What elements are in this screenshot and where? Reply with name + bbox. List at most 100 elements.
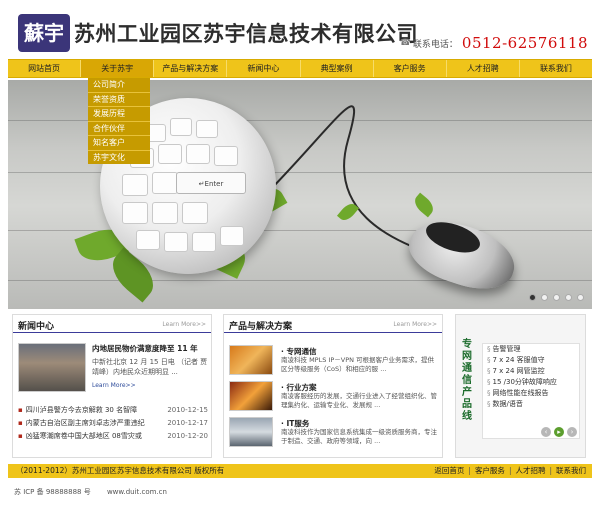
product-lines-controls: ‹ ▸ › — [541, 427, 577, 437]
slide-dot[interactable] — [577, 294, 584, 301]
section-icon: § — [487, 367, 491, 375]
slide-dot[interactable] — [565, 294, 572, 301]
news-list-item[interactable]: ▪ 四川泸县警方今去京解救 30 名智障 2010-12-15 — [18, 404, 208, 417]
nav-item-products[interactable]: 产品与解决方案 — [154, 60, 228, 77]
product-line-item[interactable]: § 告警管理 — [483, 344, 579, 355]
product-desc: 南凌客服经历的发展，交通行业进入了经营组织化、管理集约化、运输专业化、发展规 .… — [281, 392, 437, 409]
key-cap — [152, 172, 178, 194]
key-cap — [122, 202, 148, 224]
product-line-label: 15 /30分钟故障响应 — [492, 378, 557, 386]
product-item[interactable]: · 专网通信 南凌科技 MPLS IP－VPN 可根据客户业务需求，提供区分等级… — [229, 345, 439, 377]
news-more-link[interactable]: Learn More>> — [162, 321, 206, 328]
key-cap — [192, 232, 216, 252]
nav-item-jobs[interactable]: 人才招聘 — [447, 60, 520, 77]
product-desc: 南凌科技 MPLS IP－VPN 可根据客户业务需求，提供区分等级服务（CoS）… — [281, 356, 435, 373]
nav-item-home[interactable]: 网站首页 — [8, 60, 82, 77]
products-more-link[interactable]: Learn More>> — [393, 321, 437, 328]
nav-item-cases[interactable]: 典型案例 — [301, 60, 374, 77]
key-cap — [152, 202, 178, 224]
key-cap — [220, 226, 244, 246]
footer-separator: | — [549, 466, 552, 475]
site-domain[interactable]: www.duit.com.cn — [107, 488, 167, 496]
product-line-item[interactable]: § 15 /30分钟故障响应 — [483, 377, 579, 388]
news-item-title: 凶猛寒潮席卷中国大部地区 08雪灾或 — [25, 432, 142, 440]
product-thumbnail — [229, 345, 273, 375]
slide-dot[interactable] — [553, 294, 560, 301]
key-cap — [170, 118, 192, 136]
enter-key: ↵Enter — [176, 172, 246, 194]
featured-news-more-link[interactable]: Learn More>> — [92, 382, 136, 389]
product-line-item[interactable]: § 7 x 24 客服值守 — [483, 355, 579, 366]
product-desc: 南凌科技作为国家信息系统集成一级资质服务商，专注于制造、交通、政府等领域，向 .… — [281, 428, 437, 445]
submenu-item-honors[interactable]: 荣誉资质 — [88, 93, 150, 107]
site-header: 蘇宇 苏州工业园区苏宇信息技术有限公司 ☎ 联系电话： 0512-6257611… — [8, 0, 592, 58]
bullet-icon: ▪ — [18, 432, 23, 440]
icp-number: 苏 ICP 备 98888888 号 — [14, 488, 91, 496]
product-item[interactable]: · IT服务 南凌科技作为国家信息系统集成一级资质服务商，专注于制造、交通、政府… — [229, 417, 439, 449]
play-icon[interactable]: ▸ — [554, 427, 564, 437]
product-title-text: IT服务 — [286, 419, 310, 428]
page: 蘇宇 苏州工业园区苏宇信息技术有限公司 ☎ 联系电话： 0512-6257611… — [8, 0, 592, 508]
key-cap — [214, 146, 238, 166]
key-cap — [186, 144, 210, 164]
section-icon: § — [487, 378, 491, 386]
main-nav: 网站首页 关于苏宇 产品与解决方案 新闻中心 典型案例 客户服务 人才招聘 联系… — [8, 59, 592, 78]
nav-item-about[interactable]: 关于苏宇 — [81, 60, 155, 77]
product-item[interactable]: · 行业方案 南凌客服经历的发展，交通行业进入了经营组织化、管理集约化、运输专业… — [229, 381, 439, 413]
news-panel-title: 新闻中心 — [18, 322, 55, 332]
footer-bar: （2011-2012）苏州工业园区苏宇信息技术有限公司 版权所有 返回首页 | … — [8, 464, 592, 478]
products-panel-title: 产品与解决方案 — [229, 322, 293, 332]
key-cap — [136, 230, 160, 250]
news-list-item[interactable]: ▪ 凶猛寒潮席卷中国大部地区 08雪灾或 2010-12-20 — [18, 430, 208, 443]
phone-label: 联系电话： — [412, 39, 458, 50]
footer-link-home[interactable]: 返回首页 — [434, 464, 464, 478]
product-thumbnail — [229, 381, 273, 411]
submenu-item-partners[interactable]: 合作伙伴 — [88, 122, 150, 136]
company-logo[interactable]: 蘇宇 — [18, 14, 70, 52]
bullet-icon: ▪ — [18, 419, 23, 427]
news-list: ▪ 四川泸县警方今去京解救 30 名智障 2010-12-15 ▪ 内蒙古自治区副主… — [18, 404, 208, 443]
footer-link-service[interactable]: 客户服务 — [475, 464, 505, 478]
product-line-label: 7 x 24 网管监控 — [492, 367, 545, 375]
featured-news-headline[interactable]: 内地居民物价满意度降至 11 年 — [92, 343, 198, 354]
submenu-item-culture[interactable]: 苏宇文化 — [88, 151, 150, 165]
product-line-item[interactable]: § 7 x 24 网管监控 — [483, 366, 579, 377]
section-icon: § — [487, 400, 491, 408]
footer-separator: | — [468, 466, 471, 475]
panel-divider — [13, 332, 211, 333]
contact-phone: ☎ 联系电话： 0512-62576118 — [400, 34, 588, 52]
slide-dot[interactable] — [529, 294, 536, 301]
submenu-item-history[interactable]: 发展历程 — [88, 107, 150, 122]
news-list-item[interactable]: ▪ 内蒙古自治区副主席刘卓志涉严重违纪 2010-12-17 — [18, 417, 208, 430]
key-cap — [164, 232, 188, 252]
news-item-date: 2010-12-17 — [167, 419, 208, 427]
next-icon[interactable]: › — [567, 427, 577, 437]
product-line-item[interactable]: § 网络性能在线报告 — [483, 388, 579, 399]
footer-link-contact[interactable]: 联系我们 — [556, 464, 586, 478]
submenu-item-profile[interactable]: 公司简介 — [88, 78, 150, 93]
section-icon: § — [487, 345, 491, 353]
news-thumbnail[interactable] — [18, 343, 86, 392]
key-cap — [158, 144, 182, 164]
product-line-label: 7 x 24 客服值守 — [492, 356, 545, 364]
footer-link-jobs[interactable]: 人才招聘 — [515, 464, 545, 478]
product-lines-title: 专网通信产品线 — [462, 339, 472, 422]
submenu-item-clients[interactable]: 知名客户 — [88, 136, 150, 151]
prev-icon[interactable]: ‹ — [541, 427, 551, 437]
product-title-text: 行业方案 — [286, 383, 317, 392]
featured-news-summary: 中新社北京 12 月 15 日电 （记者 贾靖峰）内地民众近期明显 ... — [92, 358, 208, 376]
product-line-item[interactable]: § 数据/语音 — [483, 399, 579, 410]
nav-item-news[interactable]: 新闻中心 — [227, 60, 301, 77]
phone-number: 0512-62576118 — [461, 34, 588, 52]
product-line-label: 网络性能在线报告 — [492, 389, 549, 397]
bullet-icon: ▪ — [18, 406, 23, 414]
product-title-text: 专网通信 — [286, 347, 317, 356]
product-lines-panel: 专网通信产品线 § 告警管理 § 7 x 24 客服值守 § 7 x 24 网管监控 … — [455, 314, 586, 458]
key-cap — [182, 202, 208, 224]
nav-item-contact[interactable]: 联系我们 — [520, 60, 592, 77]
slide-indicators — [529, 294, 584, 301]
slide-dot[interactable] — [541, 294, 548, 301]
nav-item-service[interactable]: 客户服务 — [374, 60, 447, 77]
product-line-label: 数据/语音 — [492, 400, 523, 408]
products-panel: 产品与解决方案 Learn More>> · 专网通信 南凌科技 MPLS IP… — [223, 314, 443, 458]
